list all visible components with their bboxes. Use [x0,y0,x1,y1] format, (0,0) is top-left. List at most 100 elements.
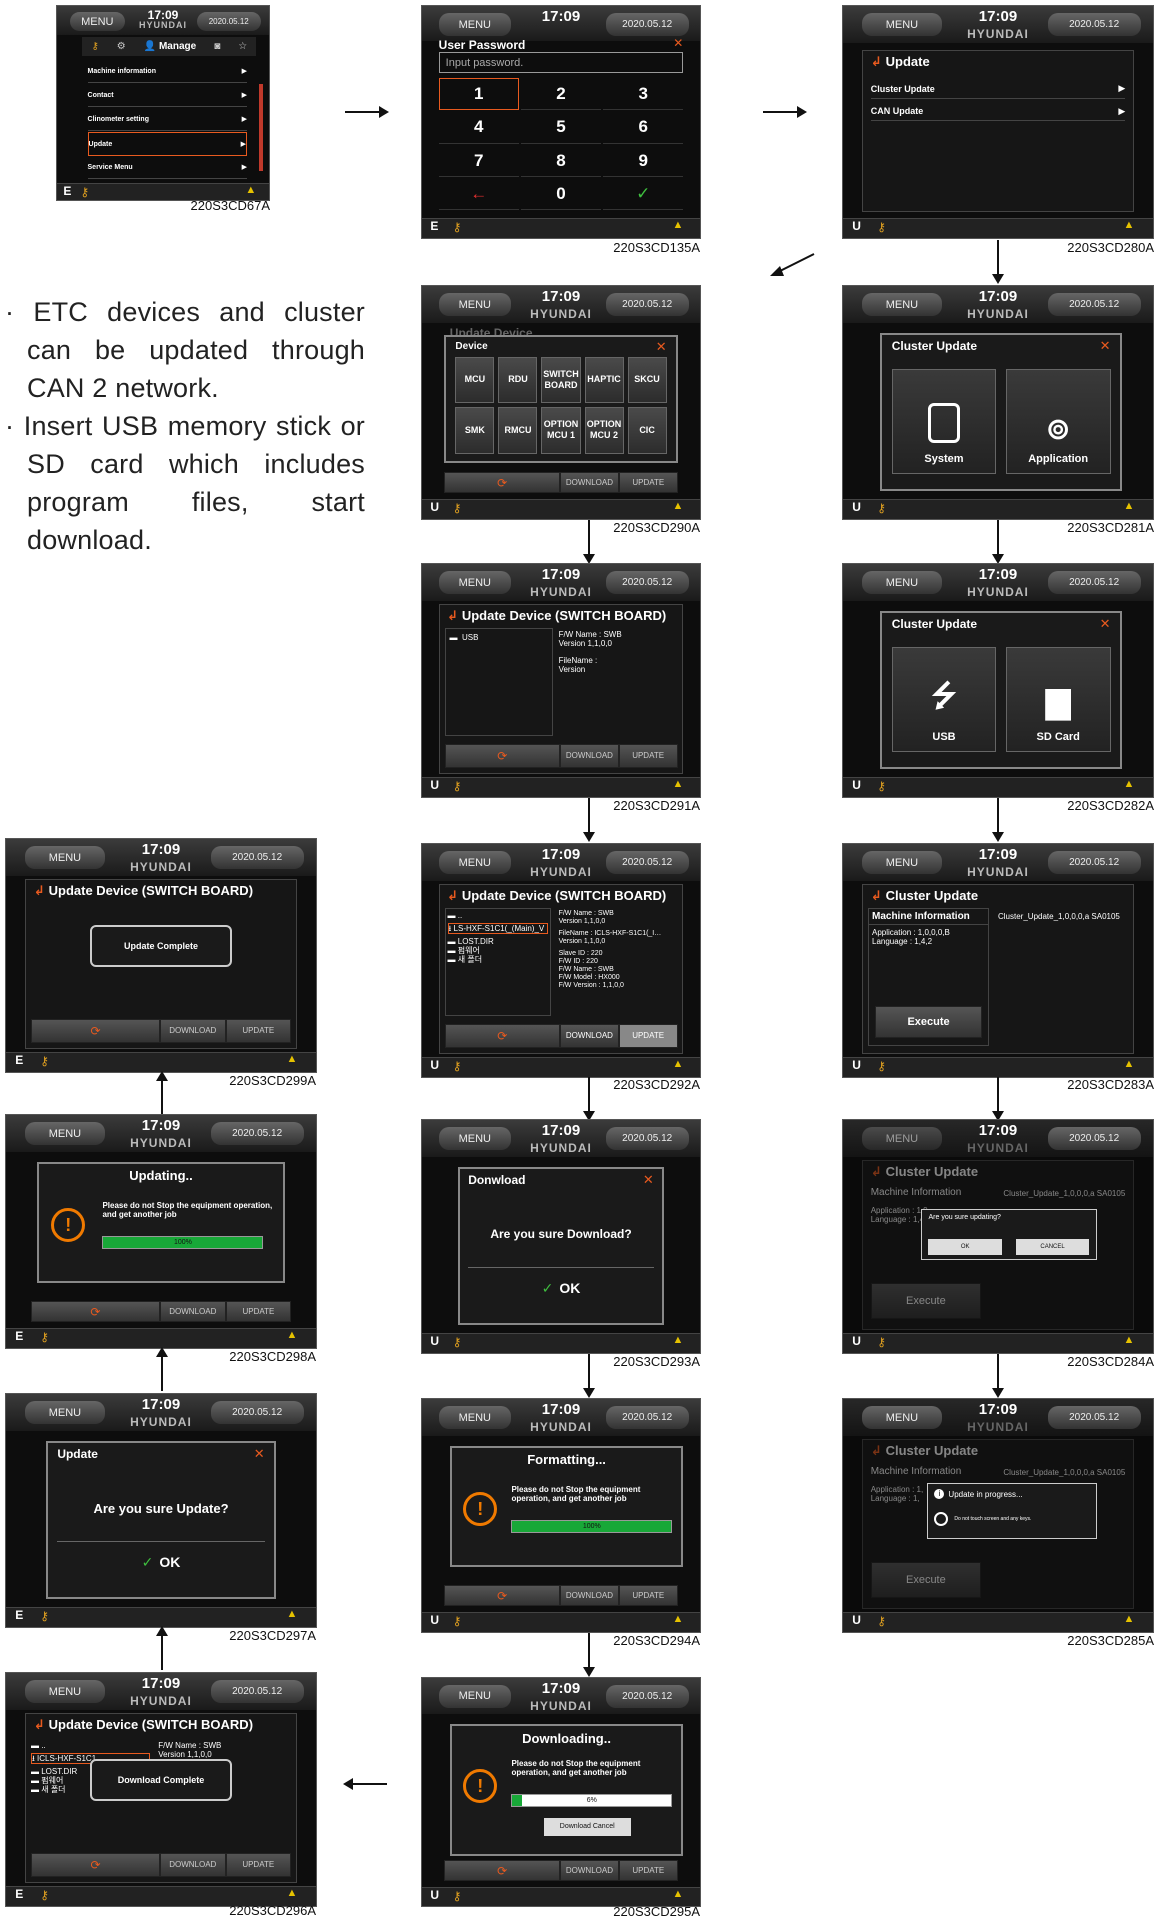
menu-item-service[interactable]: Service Menu ▶ [87,157,247,180]
execute-button[interactable]: Execute [874,1006,983,1039]
menu-item-clinometer[interactable]: Clinometer setting ▶ [87,108,247,132]
key-3[interactable]: 3 [603,78,684,111]
download-button[interactable]: DOWNLOAD [560,1585,619,1607]
scrollbar[interactable] [258,83,263,171]
menu-button[interactable]: MENU [69,11,125,32]
menu-button[interactable]: MENU [861,850,943,875]
update-button[interactable]: UPDATE [618,1860,678,1881]
back-arrow-icon[interactable]: ↲ [447,608,458,623]
key-2[interactable]: 2 [520,78,602,111]
menu-button[interactable]: MENU [438,12,511,37]
close-icon[interactable]: ✕ [1100,616,1111,632]
back-arrow-icon[interactable]: ↲ [34,1717,45,1732]
menu-button[interactable]: MENU [438,570,511,595]
update-button[interactable]: UPDATE [618,744,678,768]
list-item[interactable]: ▬ .. [448,911,549,920]
device-smk[interactable]: SMK [455,407,495,454]
list-item[interactable]: ▬ 펌웨어 [448,946,549,955]
menu-item-contact[interactable]: Contact ▶ [87,84,247,107]
close-icon[interactable]: ✕ [254,1446,265,1462]
gear-icon[interactable]: ⚙ [117,41,126,52]
device-rmcu[interactable]: RMCU [498,407,538,454]
device-cic[interactable]: CIC [627,407,667,454]
ok-button[interactable]: ✓ OK [48,1554,273,1571]
download-button[interactable]: DOWNLOAD [160,1301,226,1323]
refresh-icon[interactable]: ⟳ [444,1024,560,1048]
menu-button[interactable]: MENU [438,1684,511,1708]
download-button[interactable]: DOWNLOAD [560,1024,619,1048]
menu-button[interactable]: MENU [861,1126,943,1151]
refresh-icon[interactable]: ⟳ [444,744,560,768]
cluster-update-item[interactable]: Cluster Update ▶ [870,80,1126,99]
key-6[interactable]: 6 [603,112,684,144]
back-arrow-icon[interactable]: ↲ [447,888,458,903]
update-button[interactable]: UPDATE [618,1024,678,1048]
download-button[interactable]: DOWNLOAD [160,1019,226,1043]
key-4[interactable]: 4 [438,112,519,144]
ok-button[interactable]: ✓ OK [460,1280,662,1297]
list-item-selected[interactable]: ⭳ LS-HXF-S1C1(_(Main)_V [447,923,549,935]
confirm-key[interactable]: ✓ [603,179,684,211]
menu-button[interactable]: MENU [24,1400,106,1425]
device-rdu[interactable]: RDU [498,356,538,404]
execute-button[interactable]: Execute [870,1562,982,1598]
download-button[interactable]: DOWNLOAD [560,472,619,494]
cancel-button[interactable]: CANCEL [1015,1239,1090,1255]
close-icon[interactable]: ✕ [656,339,667,355]
download-cancel-button[interactable]: Download Cancel [543,1817,631,1836]
update-button[interactable]: UPDATE [225,1301,292,1323]
device-switch-board[interactable]: SWITCH BOARD [541,356,581,404]
menu-button[interactable]: MENU [438,850,511,875]
tab-manage[interactable]: 👤 Manage [144,41,196,52]
refresh-icon[interactable]: ⟳ [31,1019,160,1043]
device-mcu[interactable]: MCU [455,356,495,404]
menu-button[interactable]: MENU [24,845,106,870]
refresh-icon[interactable]: ⟳ [444,472,560,494]
camera-icon[interactable]: ◙ [214,41,220,52]
update-button[interactable]: UPDATE [618,472,678,494]
menu-button[interactable]: MENU [24,1679,106,1704]
menu-button[interactable]: MENU [861,570,943,595]
key-7[interactable]: 7 [438,146,519,177]
menu-button[interactable]: MENU [24,1121,106,1146]
update-button[interactable]: UPDATE [225,1853,291,1877]
key-8[interactable]: 8 [520,146,602,177]
key-9[interactable]: 9 [603,146,684,177]
close-icon[interactable]: ✕ [643,1172,654,1188]
download-button[interactable]: DOWNLOAD [560,744,619,768]
key-5[interactable]: 5 [520,112,602,144]
refresh-icon[interactable]: ⟳ [31,1853,160,1877]
application-button[interactable]: ⊚ Application [1005,368,1111,474]
menu-item-machine-info[interactable]: Machine information ▶ [87,60,247,83]
list-item[interactable]: ▬ LOST.DIR [448,937,549,946]
refresh-icon[interactable]: ⟳ [444,1860,560,1881]
close-icon[interactable]: ✕ [673,36,683,50]
menu-item-update[interactable]: Update ▶ [87,132,247,157]
back-arrow-icon[interactable]: ↲ [871,54,882,69]
cluster-file[interactable]: Cluster_Update_1,0,0,0,a SA0105 [998,912,1128,921]
execute-button[interactable]: Execute [870,1283,982,1319]
ok-button[interactable]: OK [928,1239,1002,1255]
menu-button[interactable]: MENU [438,1126,511,1151]
usb-entry[interactable]: ▬ USB [446,629,553,646]
device-haptic[interactable]: HAPTIC [584,356,624,404]
update-button[interactable]: UPDATE [618,1585,678,1607]
list-item[interactable]: ▬ 새 폴더 [448,955,549,964]
refresh-icon[interactable]: ⟳ [444,1585,560,1607]
password-input[interactable]: Input password. [438,52,684,74]
back-arrow-icon[interactable]: ↲ [871,888,882,903]
device-option-mcu1[interactable]: OPTION MCU 1 [541,407,581,454]
download-button[interactable]: DOWNLOAD [160,1853,226,1877]
menu-button[interactable]: MENU [861,12,943,37]
can-update-item[interactable]: CAN Update ▶ [870,102,1126,122]
list-item[interactable]: ▬ .. [31,1741,150,1750]
system-button[interactable]: System [891,368,997,474]
star-icon[interactable]: ☆ [238,41,247,52]
menu-button[interactable]: MENU [861,292,943,317]
menu-button[interactable]: MENU [438,1405,511,1430]
close-icon[interactable]: ✕ [1100,338,1111,354]
menu-button[interactable]: MENU [438,292,511,317]
menu-button[interactable]: MENU [861,1405,943,1430]
key-icon[interactable]: ⚷ [91,41,98,52]
usb-button[interactable]: ⭍ USB [891,646,997,752]
